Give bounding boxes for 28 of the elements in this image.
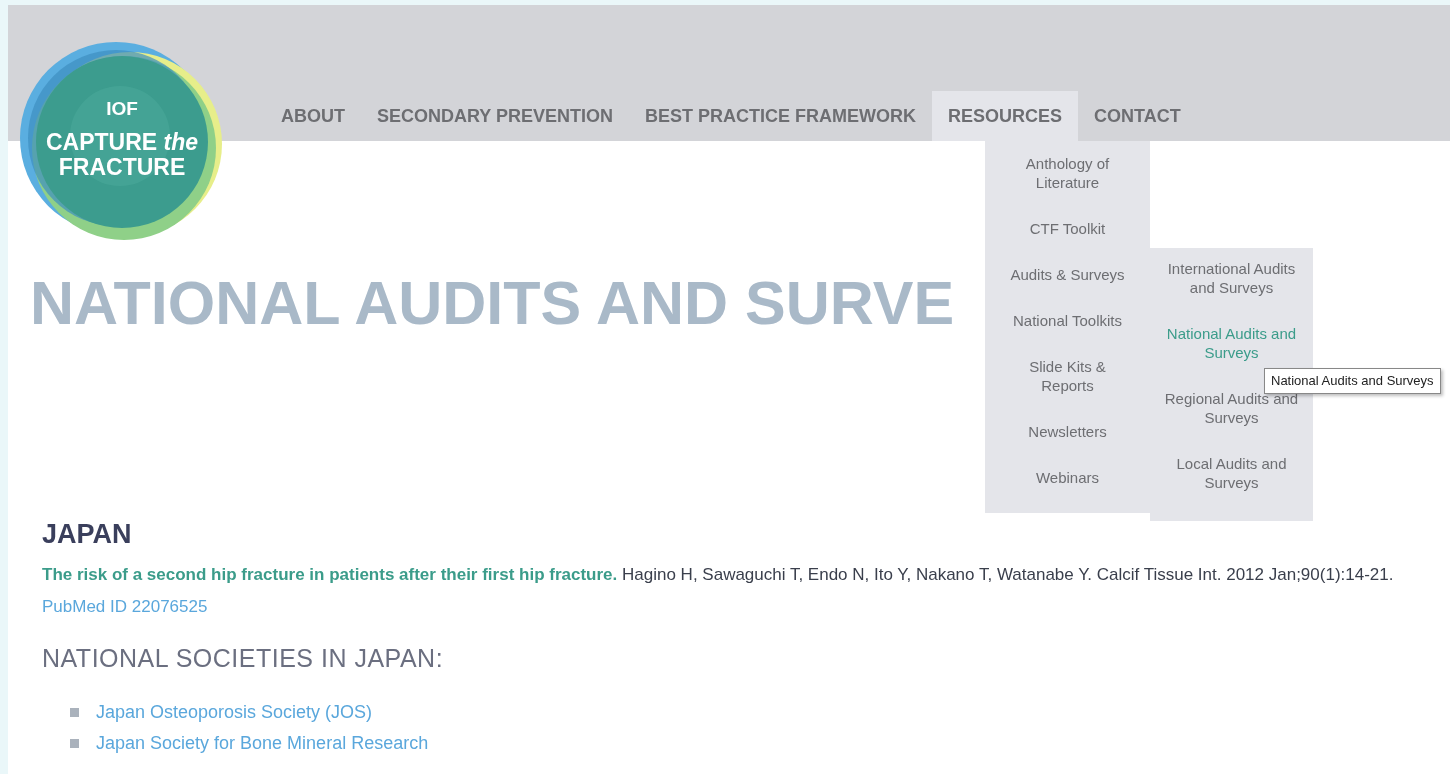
reference-paragraph: The risk of a second hip fracture in patients after their first hip fracture. Hagino H, Sawaguchi T, Endo N, Ito Y, Nakano T, Watanabe Y. Calcif Tissue Int. 2012 Jan;90(1):14-21. PubMed ID 22076525 [42,563,1395,618]
pubmed-link[interactable]: PubMed ID 22076525 [42,596,208,616]
bullet-icon [70,707,79,717]
menu-item[interactable]: Audits & Surveys [985,258,1150,304]
submenu-item[interactable]: International Audits and Surveys [1150,257,1313,297]
societies-heading: NATIONAL SOCIETIES IN JAPAN: [42,642,445,673]
logo-text: FRACTURE [58,155,186,181]
menu-item[interactable]: National Toolkits [985,304,1150,350]
tooltip: National Audits and Surveys [1264,368,1441,394]
page-title: NATIONAL AUDITS AND SURVE [30,268,955,339]
logo-text: IOF [106,99,138,121]
bullet-icon [70,738,79,748]
submenu-item[interactable]: Local Audits and Surveys [1150,452,1313,492]
society-link[interactable]: Japan Society for Bone Mineral Research [96,727,429,759]
menu-item[interactable]: Newsletters [985,415,1150,461]
nav-tab[interactable]: BEST PRACTICE FRAMEWORK [629,91,933,141]
nav-tab[interactable]: CONTACT [1078,91,1197,141]
menu-item[interactable]: Webinars [985,461,1150,507]
nav-tab[interactable]: SECONDARY PREVENTION [361,91,630,141]
nav-tab[interactable]: ABOUT [265,91,361,141]
menu-item[interactable]: CTF Toolkit [985,212,1150,258]
society-link[interactable]: Japan Osteoporosis Society (JOS) [96,696,373,728]
menu-item[interactable]: Anthology of Literature [985,147,1150,212]
nav-tab[interactable]: RESOURCES [932,91,1079,141]
country-heading: JAPAN [42,518,133,551]
submenu-item[interactable]: National Audits and Surveys [1150,322,1313,362]
menu-item[interactable]: Slide Kits & Reports [985,350,1150,415]
logo-text: CAPTURE the [45,130,199,156]
